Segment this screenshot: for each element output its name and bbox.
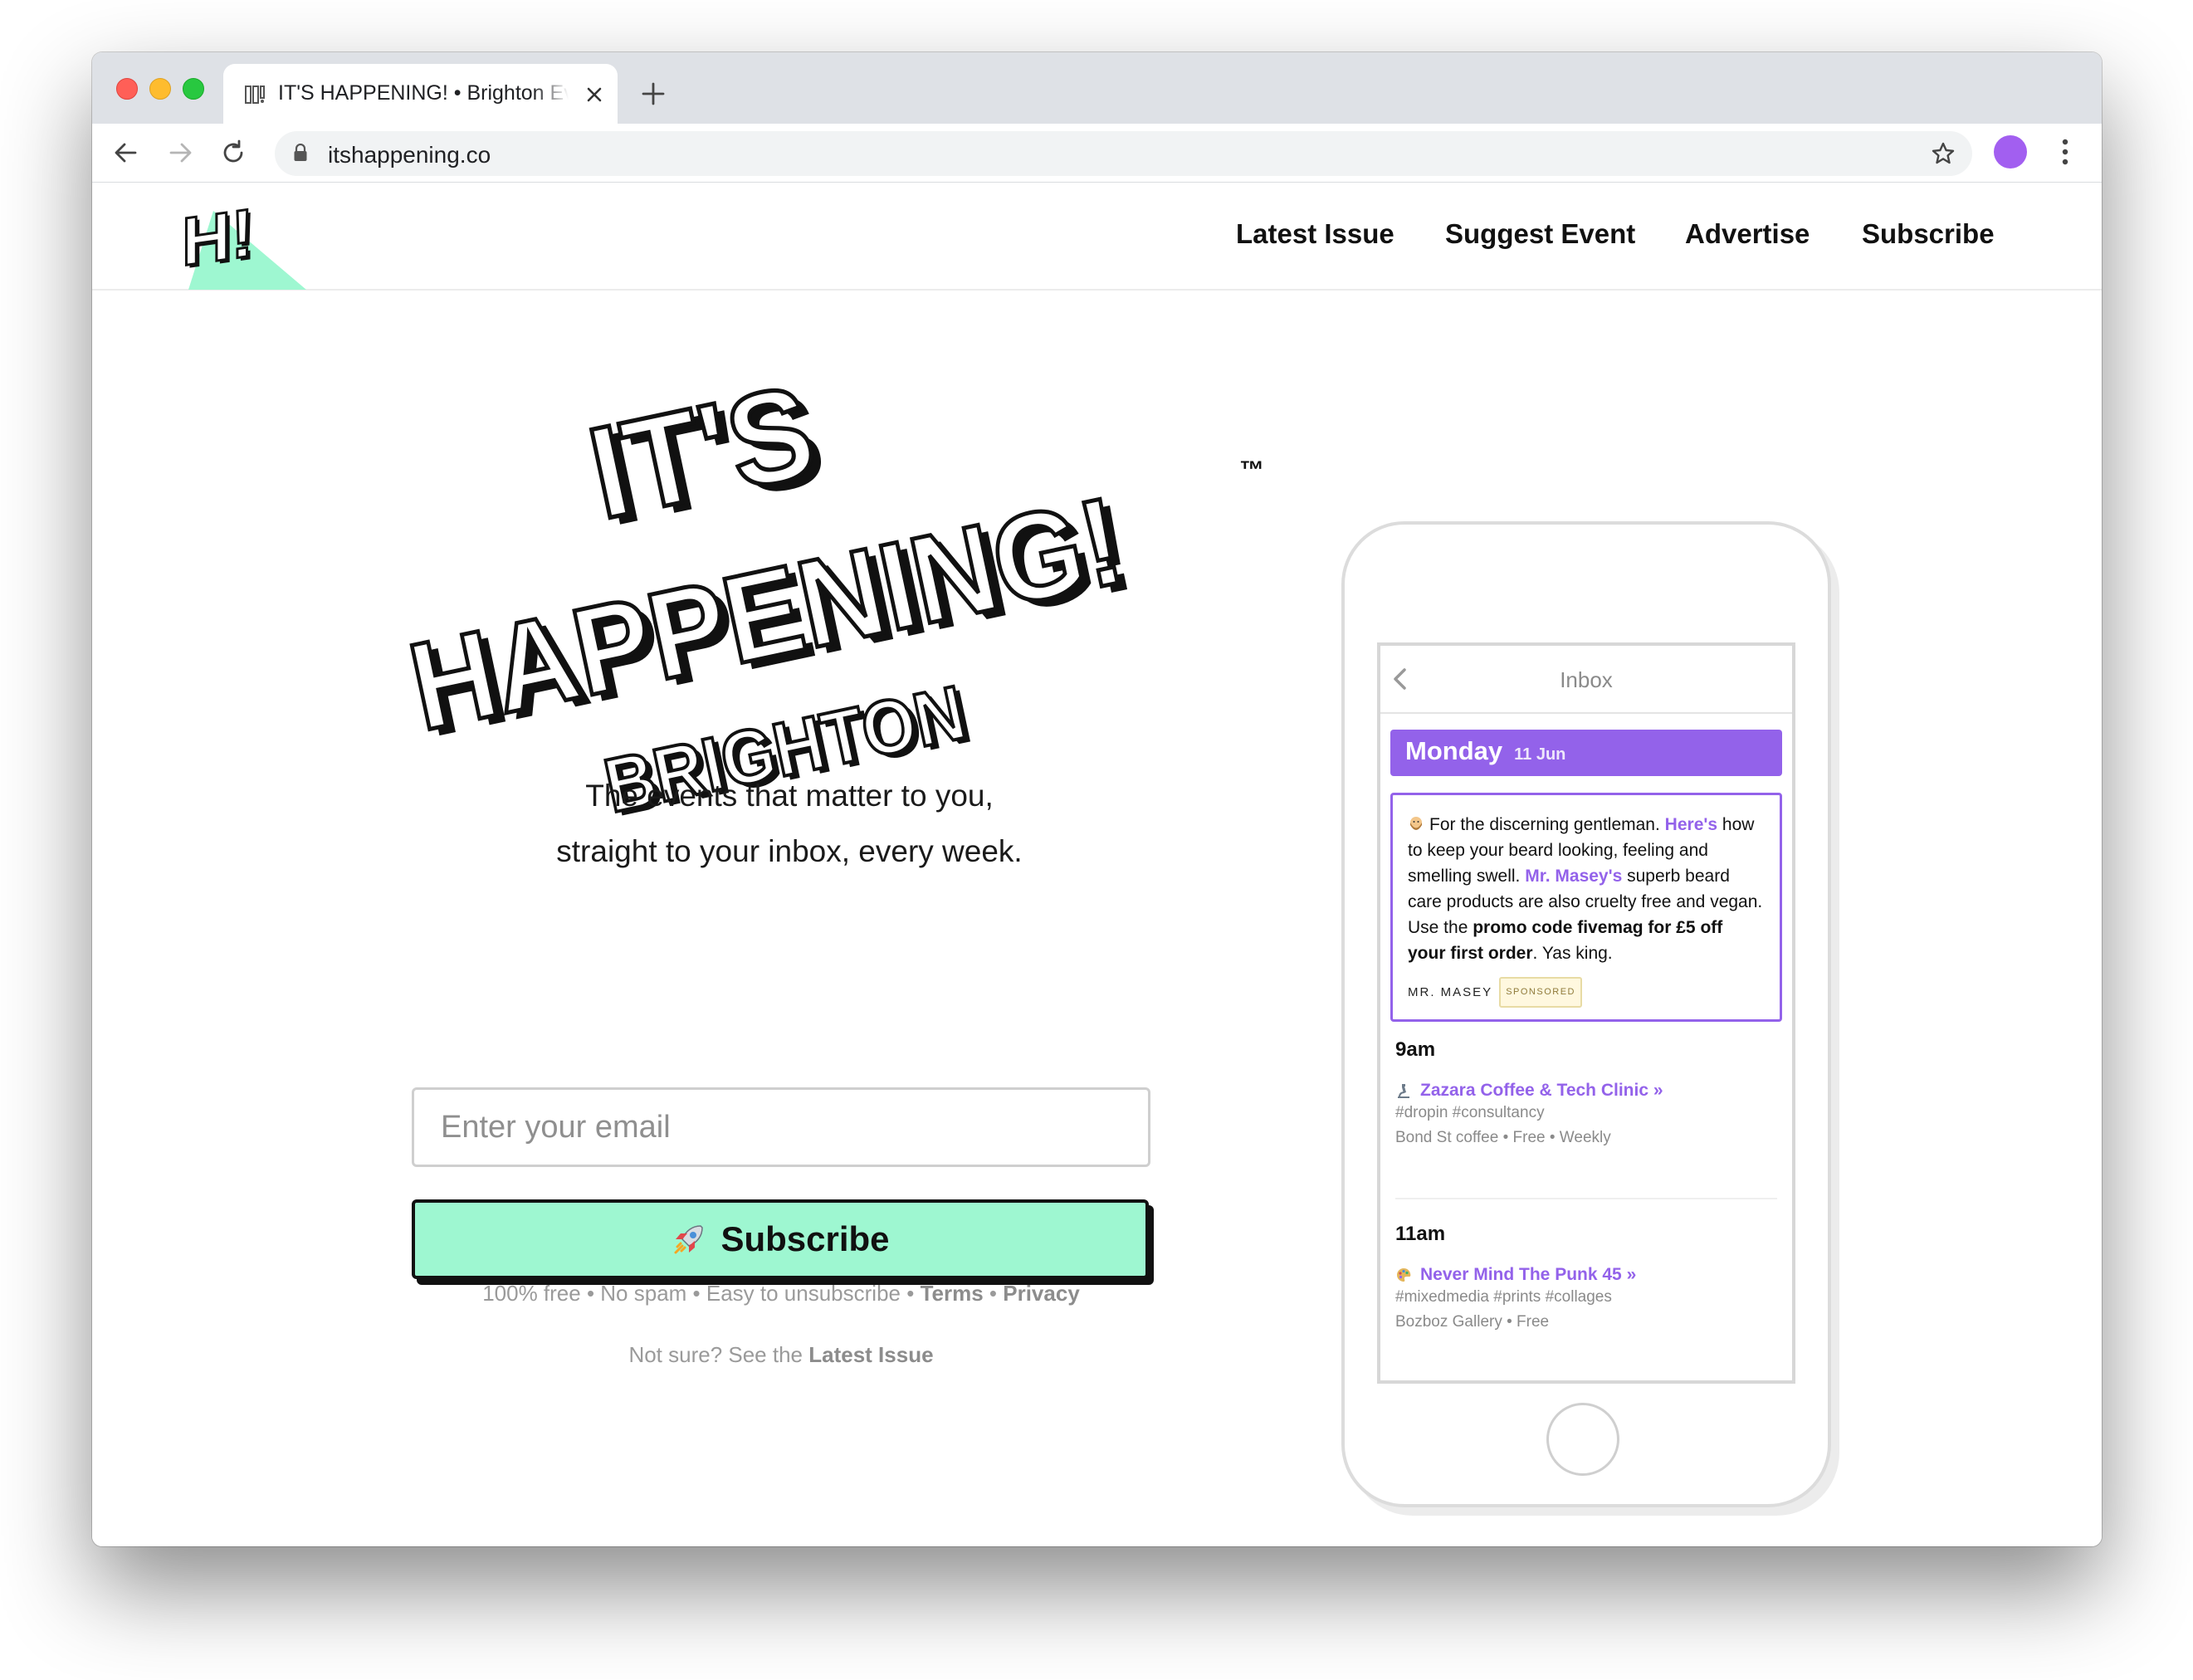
day-date: 11 Jun [1514,745,1566,764]
sponsor-brand: MR. MASEY [1408,985,1493,999]
event-meta: Bond St coffee • Free • Weekly [1395,1129,1611,1146]
privacy-link[interactable]: Privacy [1003,1281,1080,1306]
day-header: Monday 11 Jun [1390,730,1782,776]
inbox-header: Inbox [1380,646,1792,714]
bearded-man-icon [1410,817,1422,830]
not-sure-note: Not sure? See the Latest Issue [412,1342,1150,1368]
event-time: 9am [1395,1038,1436,1061]
hero-line-1: IT'S [578,362,827,547]
palette-icon [1397,1268,1411,1282]
forward-arrow-icon[interactable] [166,139,194,167]
rocket-icon [674,1225,704,1254]
svg-text:H!: H! [182,194,254,281]
trademark-mark: ™ [1239,457,1264,484]
site-header: H! H! Latest Issue Suggest Event Adverti… [92,183,2102,291]
microscope-icon [1398,1084,1409,1098]
fineprint: 100% free • No spam • Easy to unsubscrib… [412,1281,1150,1306]
sponsor-text-4: . Yas king. [1532,944,1613,963]
close-window-button[interactable] [116,78,138,100]
not-sure-text: Not sure? See the [628,1342,803,1367]
kebab-menu-icon[interactable] [2061,137,2069,167]
reload-icon[interactable] [219,139,247,167]
fineprint-text: 100% free • No spam • Easy to unsubscrib… [482,1281,915,1306]
nav-suggest-event[interactable]: Suggest Event [1445,218,1635,250]
event-title: Never Mind The Punk 45 » [1420,1265,1637,1284]
tab-strip: IT'S HAPPENING! • Brighton Events [92,52,2102,124]
lock-icon [294,144,307,161]
nav-advertise[interactable]: Advertise [1685,218,1810,250]
phone-mockup: Inbox Monday 11 Jun For the discerning g… [1341,521,1831,1507]
subscribe-label: Subscribe [720,1219,890,1258]
event-title: Zazara Coffee & Tech Clinic » [1420,1081,1663,1100]
sponsor-footer: MR. MASEY SPONSORED [1408,977,1582,1008]
event-tags: #mixedmedia #prints #collages [1395,1288,1612,1306]
nav-latest-issue[interactable]: Latest Issue [1236,218,1394,250]
email-input[interactable] [412,1087,1150,1167]
sponsor-link-heres[interactable]: Here's [1665,815,1717,834]
sponsored-badge: SPONSORED [1499,977,1582,1008]
tagline-line-1: The events that matter to you, [585,779,994,813]
day-name: Monday [1405,736,1503,765]
tagline-line-2: straight to your inbox, every week. [556,834,1023,868]
back-arrow-icon[interactable] [112,139,140,167]
url-text: itshappening.co [328,142,491,168]
tagline: The events that matter to you, straight … [408,768,1171,879]
close-tab-icon[interactable] [584,84,605,105]
zoom-window-button[interactable] [183,78,204,100]
sponsor-link-mr-masey[interactable]: Mr. Masey's [1525,867,1622,886]
event-item: Never Mind The Punk 45 » #mixedmedia #pr… [1395,1265,1777,1335]
latest-issue-link[interactable]: Latest Issue [808,1342,933,1367]
subscribe-button[interactable]: Subscribe [412,1199,1149,1279]
event-tags: #dropin #consultancy [1395,1104,1545,1121]
minimize-window-button[interactable] [149,78,171,100]
profile-avatar[interactable] [1994,135,2027,168]
browser-tab[interactable]: IT'S HAPPENING! • Brighton Events [223,64,618,124]
site-logo[interactable]: H! H! [173,193,306,290]
event-divider [1395,1198,1777,1199]
bookmark-star-icon[interactable] [1931,141,1956,166]
web-page: H! H! Latest Issue Suggest Event Adverti… [92,183,2102,1546]
site-favicon-icon [245,85,265,104]
event-meta: Bozboz Gallery • Free [1395,1313,1550,1331]
phone-screen: Inbox Monday 11 Jun For the discerning g… [1377,642,1795,1384]
sponsor-text-1: For the discerning gentleman. [1429,815,1660,834]
inbox-title: Inbox [1560,667,1613,692]
terms-link[interactable]: Terms [921,1281,984,1306]
event-item: Zazara Coffee & Tech Clinic » #dropin #c… [1395,1081,1777,1150]
tab-title: IT'S HAPPENING! • Brighton Events [278,81,569,105]
event-divider [1395,1381,1777,1383]
phone-home-button [1546,1403,1619,1476]
event-title-link[interactable]: Never Mind The Punk 45 » [1395,1265,1777,1285]
browser-window: IT'S HAPPENING! • Brighton Events [92,52,2102,1546]
event-title-link[interactable]: Zazara Coffee & Tech Clinic » [1395,1081,1777,1101]
fineprint-separator: • [989,1281,998,1306]
new-tab-icon[interactable] [641,81,666,106]
sponsored-message: For the discerning gentleman. Here's how… [1390,793,1782,1022]
nav-subscribe[interactable]: Subscribe [1862,218,1995,250]
event-time: 11am [1395,1223,1446,1245]
address-bar[interactable]: itshappening.co [275,131,1972,176]
